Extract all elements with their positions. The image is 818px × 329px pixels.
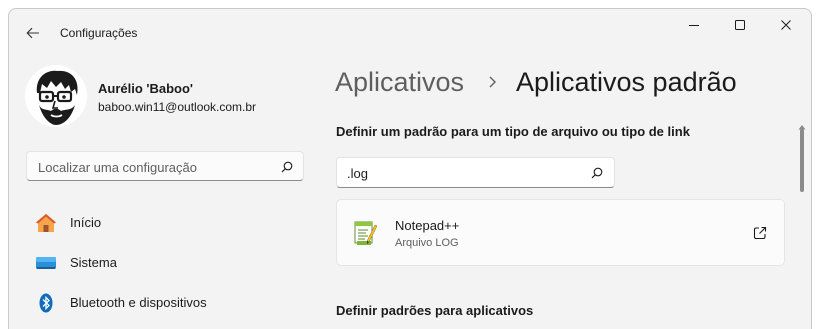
close-icon	[781, 20, 791, 30]
search-icon[interactable]	[591, 166, 603, 184]
maximize-button[interactable]	[717, 9, 763, 41]
default-app-card[interactable]: Notepad++ Arquivo LOG	[336, 199, 785, 266]
sidebar-item-label: Início	[70, 215, 102, 230]
search-placeholder: Localizar uma configuração	[38, 160, 197, 175]
section-heading-file-type: Definir um padrão para um tipo de arquiv…	[336, 124, 690, 139]
minimize-icon	[689, 25, 699, 26]
section-heading-app-defaults: Definir padrões para aplicativos	[336, 303, 534, 318]
system-display-icon	[35, 253, 57, 273]
bluetooth-icon	[35, 293, 57, 313]
user-name: Aurélio 'Baboo'	[98, 81, 194, 96]
maximize-icon	[735, 20, 745, 30]
page-title: Aplicativos padrão	[516, 67, 737, 97]
scrollbar-thumb[interactable]	[800, 129, 804, 192]
search-value: .log	[347, 166, 368, 181]
title-bar: Configurações	[9, 9, 811, 57]
back-arrow-icon	[26, 27, 39, 39]
sidebar-item-label: Sistema	[70, 255, 117, 270]
breadcrumb-parent[interactable]: Aplicativos	[335, 67, 464, 98]
app-file-type: Arquivo LOG	[395, 237, 459, 249]
app-title: Configurações	[60, 26, 138, 40]
breadcrumb-chevron-icon	[487, 75, 497, 94]
back-button[interactable]	[19, 21, 47, 45]
sidebar-item-label: Bluetooth e dispositivos	[70, 295, 207, 310]
search-icon[interactable]	[281, 160, 293, 178]
file-type-search-input[interactable]: .log	[336, 157, 615, 188]
home-icon	[35, 213, 57, 233]
vertical-scrollbar[interactable]	[798, 117, 806, 329]
settings-search-input[interactable]: Localizar uma configuração	[26, 151, 304, 181]
app-name: Notepad++	[395, 218, 460, 233]
close-button[interactable]	[763, 9, 809, 41]
minimize-button[interactable]	[671, 9, 717, 41]
sidebar-item-sistema[interactable]: Sistema	[26, 245, 304, 281]
open-external-icon[interactable]	[753, 226, 767, 245]
user-email: baboo.win11@outlook.com.br	[98, 100, 257, 114]
notepadplusplus-icon	[353, 219, 378, 247]
avatar-caricature-icon	[25, 65, 87, 127]
sidebar-item-inicio[interactable]: Início	[26, 205, 304, 241]
avatar[interactable]	[25, 65, 87, 127]
settings-window: Configurações Aurélio 'Baboo' baboo.win1…	[8, 8, 812, 329]
sidebar-item-bluetooth[interactable]: Bluetooth e dispositivos	[26, 285, 304, 321]
